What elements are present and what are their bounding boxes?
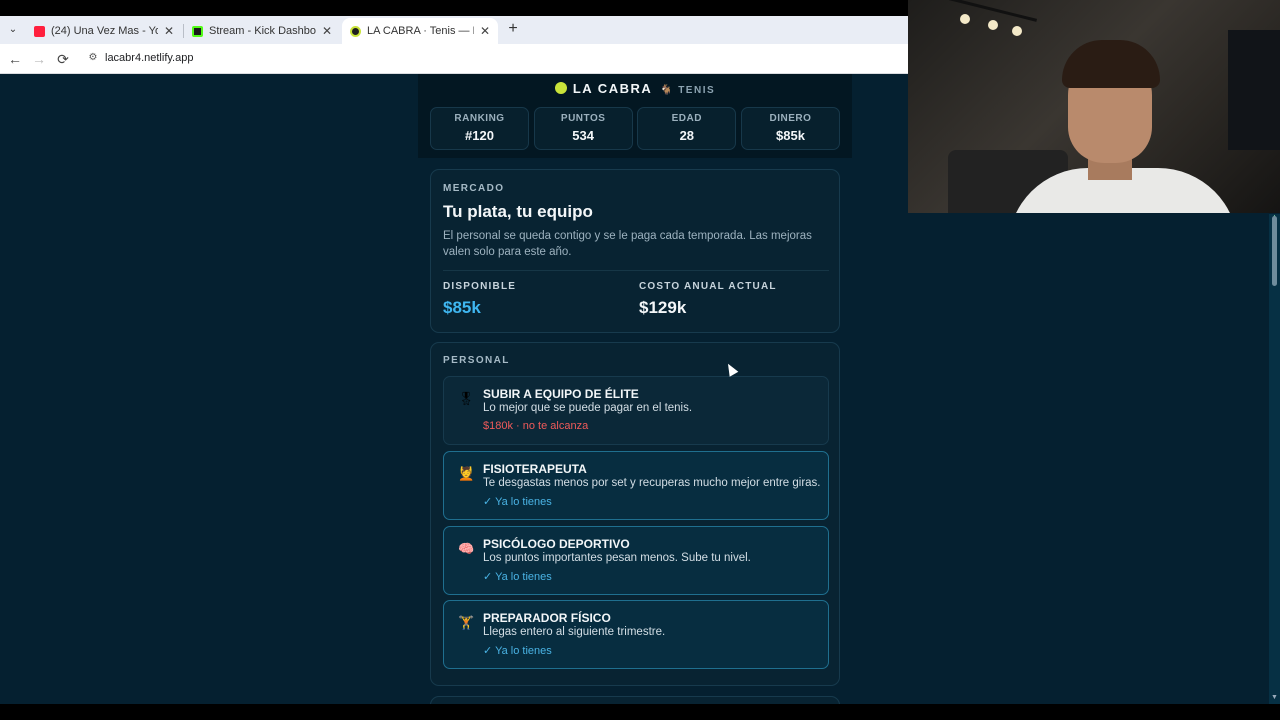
window-top-bar [0, 0, 908, 16]
back-arrow-icon[interactable]: ← [6, 50, 24, 68]
staff-item-physio[interactable]: 💆 FISIOTERAPEUTA Te desgastas menos por … [443, 451, 829, 520]
stat-dinero: DINERO $85k [740, 107, 840, 150]
weightlifter-icon: 🏋 [458, 615, 475, 630]
webcam-overlay [908, 0, 1280, 213]
tennis-ball-icon [554, 82, 567, 94]
staff-name: SUBIR A EQUIPO DE ÉLITE [483, 387, 639, 401]
staff-name: PSICÓLOGO DEPORTIVO [483, 537, 630, 551]
tab-kick[interactable]: Stream - Kick Dashboard ✕ [184, 18, 340, 44]
massage-icon: 💆 [458, 466, 475, 481]
staff-description: Los puntos importantes pesan menos. Sube… [483, 552, 751, 564]
person-hair [1062, 40, 1160, 88]
tab-list-chevron-icon[interactable]: ⌄ [4, 21, 22, 39]
game-header: LA CABRA 🐐 TENIS RANKING #120 PUNTOS 534 E… [418, 74, 852, 158]
market-title: Tu plata, tu equipo [443, 202, 593, 221]
url-field[interactable]: lacabr4.netlify.app [105, 52, 193, 64]
staff-item-psychologist[interactable]: 🧠 PSICÓLOGO DEPORTIVO Los puntos importa… [443, 526, 829, 595]
market-card: MERCADO Tu plata, tu equipo El personal … [430, 169, 840, 333]
stat-label: DINERO [769, 113, 812, 124]
available-value: $85k [443, 298, 481, 317]
window-bottom-bar [0, 704, 1280, 720]
brand-title: LA CABRA [572, 81, 653, 96]
stat-edad: EDAD 28 [637, 107, 737, 150]
tab-title: (24) Una Vez Mas - YouTube [51, 25, 158, 37]
annual-cost-label: COSTO ANUAL ACTUAL [639, 281, 777, 292]
reload-icon[interactable]: ⟳ [54, 50, 72, 68]
stat-puntos: PUNTOS 534 [533, 107, 633, 150]
stat-value: #120 [465, 128, 494, 143]
annual-cost-value: $129k [639, 298, 687, 317]
scrollbar[interactable]: ▲ ▼ [1269, 214, 1280, 704]
staff-status: $180k · no te alcanza [483, 420, 589, 432]
staff-description: Te desgastas menos por set y recuperas m… [483, 477, 821, 489]
stat-value: $85k [776, 128, 805, 143]
sport-label: TENIS [678, 85, 716, 96]
staff-status: ✓ Ya lo tienes [483, 571, 552, 583]
stat-label: EDAD [671, 113, 702, 124]
new-tab-plus-icon[interactable]: + [504, 20, 522, 38]
tab-title: Stream - Kick Dashboard [209, 25, 316, 37]
brand: LA CABRA 🐐 TENIS [418, 81, 852, 96]
next-card [430, 696, 840, 704]
goat-icon: 🐐 [660, 85, 675, 96]
kick-icon [192, 25, 203, 37]
section-label: MERCADO [443, 183, 505, 194]
stat-ranking: RANKING #120 [430, 107, 529, 150]
browser-chrome: ⌄ (24) Una Vez Mas - YouTube ✕ Stream - … [0, 0, 908, 74]
tab-title: LA CABRA · Tenis — De Futures [367, 25, 474, 37]
staff-name: FISIOTERAPEUTA [483, 462, 587, 476]
section-label: PERSONAL [443, 355, 510, 366]
tennis-ball-icon [350, 25, 361, 37]
staff-description: Llegas entero al siguiente trimestre. [483, 626, 666, 638]
close-tab-icon[interactable]: ✕ [480, 24, 490, 38]
divider [443, 270, 829, 271]
staff-description: Lo mejor que se puede pagar en el tenis. [483, 402, 693, 414]
brain-icon: 🧠 [458, 541, 475, 556]
available-label: DISPONIBLE [443, 281, 517, 292]
staff-card: PERSONAL 🎖 SUBIR A EQUIPO DE ÉLITE Lo me… [430, 342, 840, 686]
staff-item-physical-trainer[interactable]: 🏋 PREPARADOR FÍSICO Llegas entero al sig… [443, 600, 829, 669]
staff-name: PREPARADOR FÍSICO [483, 611, 611, 625]
site-info-icon[interactable]: ⚙ [86, 51, 100, 65]
close-tab-icon[interactable]: ✕ [164, 24, 174, 38]
staff-status: ✓ Ya lo tienes [483, 496, 552, 508]
stat-label: RANKING [454, 113, 505, 124]
staff-item-elite-team[interactable]: 🎖 SUBIR A EQUIPO DE ÉLITE Lo mejor que s… [443, 376, 829, 445]
tab-youtube[interactable]: (24) Una Vez Mas - YouTube ✕ [26, 18, 182, 44]
youtube-icon [34, 25, 45, 37]
stat-value: 28 [679, 128, 695, 143]
close-tab-icon[interactable]: ✕ [322, 24, 332, 38]
tab-strip: ⌄ (24) Una Vez Mas - YouTube ✕ Stream - … [0, 16, 908, 44]
forward-arrow-icon[interactable]: → [30, 50, 48, 68]
ceiling-light [1012, 26, 1022, 36]
tab-la-cabra[interactable]: LA CABRA · Tenis — De Futures ✕ [342, 18, 498, 44]
ceiling-light [988, 20, 998, 30]
stat-value: 534 [572, 128, 594, 143]
background-window [1228, 30, 1280, 150]
address-bar: ← → ⟳ ⚙ lacabr4.netlify.app [0, 44, 908, 74]
medal-icon: 🎖 [458, 391, 475, 406]
scrollbar-thumb[interactable] [1272, 216, 1277, 286]
scroll-down-arrow-icon[interactable]: ▼ [1269, 694, 1280, 704]
ceiling-light [960, 14, 970, 24]
stats-row: RANKING #120 PUNTOS 534 EDAD 28 DINERO $… [430, 107, 840, 150]
staff-status: ✓ Ya lo tienes [483, 645, 552, 657]
market-description: El personal se queda contigo y se le pag… [443, 230, 812, 258]
stat-label: PUNTOS [560, 113, 606, 124]
